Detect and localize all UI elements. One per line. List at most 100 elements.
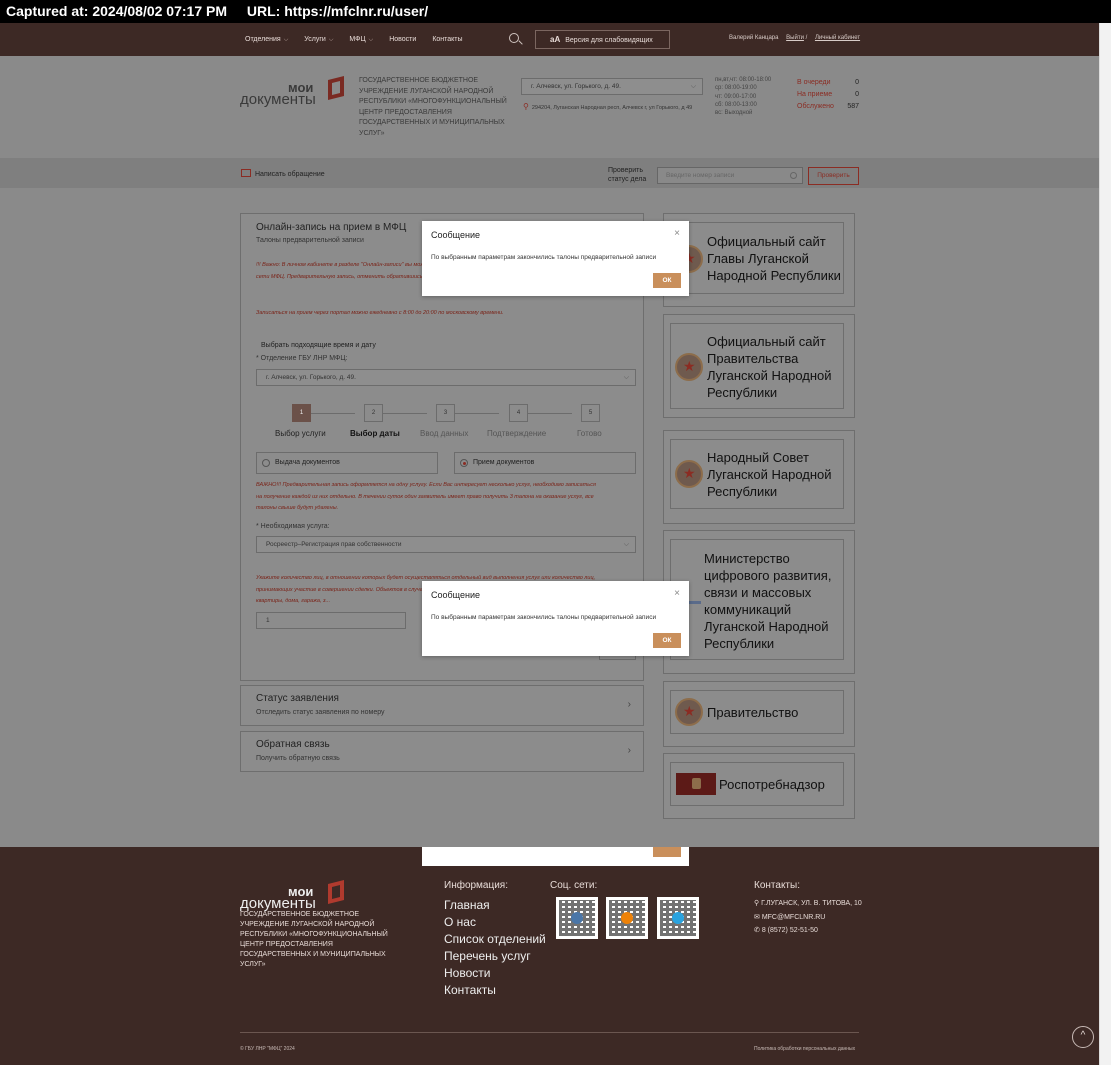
menu-item-contacts[interactable]: Контакты	[432, 36, 462, 44]
persons-quantity-input[interactable]: 1	[256, 612, 406, 629]
site-footer: мои документы ГОСУДАРСТВЕННОЕ БЮДЖЕТНОЕ …	[0, 847, 1099, 1065]
footer-link-services[interactable]: Перечень услуг	[444, 948, 546, 965]
hours-line: чт: 09:00-17:00	[715, 93, 757, 100]
step-2-box[interactable]: 2	[364, 404, 383, 422]
low-vision-button[interactable]: аА Версия для слабовидящих	[535, 30, 670, 49]
footer-contacts-heading: Контакты:	[754, 880, 800, 891]
chevron-down-icon: ⌵	[328, 37, 334, 43]
main-content: мои документы ГОСУДАРСТВЕННОЕ БЮДЖЕТНОЕ …	[0, 56, 1099, 847]
service-label: * Необходимая услуга:	[256, 523, 330, 530]
org-name: ГОСУДАРСТВЕННОЕ БЮДЖЕТНОЕ УЧРЕЖДЕНИЕ ЛУГ…	[359, 77, 507, 137]
close-icon[interactable]: ×	[674, 228, 680, 239]
footer-info-heading: Информация:	[444, 880, 509, 891]
queue-row: В очереди 0	[797, 77, 859, 89]
telegram-qr-code[interactable]	[657, 897, 699, 939]
page-scrollbar[interactable]	[1099, 23, 1111, 1065]
step-1-box[interactable]: 1	[292, 404, 311, 422]
footer-link-contacts[interactable]: Контакты	[444, 982, 546, 999]
queue-label: В очереди	[797, 79, 831, 86]
dialog-ok-button-fragment	[653, 847, 681, 857]
menu-item-label: Отделения	[245, 36, 281, 43]
lnr-emblem-icon	[675, 353, 703, 381]
status-title: Статус заявления	[256, 693, 339, 704]
sidebar-card-head[interactable]: Официальный сайт Главы Луганской Народно…	[663, 213, 855, 307]
branch-address: ⚲ 294204, Луганская Народная респ, Алчевс…	[523, 102, 692, 111]
logout-link[interactable]: Выйти	[786, 35, 804, 41]
menu-item-services[interactable]: Услуги ⌵	[304, 36, 333, 44]
status-accordion[interactable]: Статус заявления Отследить статус заявле…	[240, 685, 644, 726]
sidebar-card-government[interactable]: Правительство	[663, 681, 855, 747]
step-connector	[455, 413, 499, 414]
footer-org-name: ГОСУДАРСТВЕННОЕ БЮДЖЕТНОЕ УЧРЕЖДЕНИЕ ЛУГ…	[240, 911, 388, 968]
check-status-button[interactable]: Проверить	[808, 167, 859, 185]
message-icon	[241, 169, 251, 177]
logo-mark-icon	[328, 880, 344, 904]
record-number-input[interactable]: Введите номер записи	[657, 167, 803, 184]
footer-link-about[interactable]: О нас	[444, 914, 546, 931]
map-pin-icon: ⚲	[523, 102, 529, 111]
ok-qr-code[interactable]	[606, 897, 648, 939]
step-4-box[interactable]: 4	[509, 404, 528, 422]
sidebar-card-text: Официальный сайт Правительства Луганской…	[707, 334, 832, 400]
step-2-label: Выбор даты	[350, 429, 400, 438]
department-label: * Отделение ГБУ ЛНР МФЦ:	[256, 355, 348, 362]
feedback-accordion[interactable]: Обратная связь Получить обратную связь ›	[240, 731, 644, 772]
service-select[interactable]: Росреестр–Регистрация прав собственности…	[256, 536, 636, 553]
booking-steps: 1 2 3 4 5 Выбор услуги Выбор даты Ввод д…	[241, 404, 645, 444]
radio-issue-documents[interactable]: Выдача документов	[256, 452, 438, 474]
search-icon[interactable]	[508, 32, 523, 46]
dialog-ok-button[interactable]: ОК	[653, 273, 681, 288]
write-appeal-label: Написать обращение	[255, 171, 325, 178]
vk-qr-code[interactable]	[556, 897, 598, 939]
footer-phone[interactable]: ✆ 8 (8572) 52-51-50	[754, 926, 818, 934]
chevron-down-icon: ⌵	[623, 541, 629, 548]
status-subtitle: Отследить статус заявления по номеру	[256, 709, 385, 716]
radio-label: Выдача документов	[275, 459, 340, 466]
step-3-box[interactable]: 3	[436, 404, 455, 422]
chevron-down-icon: ⌵	[283, 37, 289, 43]
department-select[interactable]: г. Алчевск, ул. Горького, д. 49. ⌵	[256, 369, 636, 386]
footer-link-home[interactable]: Главная	[444, 897, 546, 914]
sidebar-card-text: Роспотребнадзор	[719, 777, 825, 792]
cabinet-link[interactable]: Личный кабинет	[815, 35, 860, 41]
moi-dokumenty-logo[interactable]: мои документы	[240, 76, 348, 110]
sidebar-card-government-site[interactable]: Официальный сайт Правительства Луганской…	[663, 314, 855, 418]
sidebar-card-peoples-council[interactable]: Народный Совет Луганской Народной Респуб…	[663, 430, 855, 524]
font-size-icon: аА	[550, 35, 561, 44]
chevron-down-icon: ⌵	[368, 37, 374, 43]
privacy-policy-link[interactable]: Политика обработки персональных данных	[754, 1046, 855, 1052]
queue-label: Обслужено	[797, 103, 834, 110]
sidebar-card-digital-ministry[interactable]: Министерство цифрового развития, связи и…	[663, 530, 855, 674]
dialog-ok-button[interactable]: ОК	[653, 633, 681, 648]
footer-link-branches[interactable]: Список отделений	[444, 931, 546, 948]
write-appeal-link[interactable]: Написать обращение	[241, 169, 325, 178]
lnr-emblem-icon	[675, 460, 703, 488]
logo-text-bottom: документы	[240, 91, 316, 108]
step-5-label: Готово	[577, 429, 602, 438]
service-select-value: Росреестр–Регистрация прав собственности	[266, 541, 402, 548]
menu-item-news[interactable]: Новости	[389, 36, 416, 44]
user-name: Валерий Канцара	[729, 35, 779, 41]
captured-at-text: Captured at: 2024/08/02 07:17 PM	[6, 3, 227, 19]
radio-accept-documents[interactable]: Прием документов	[454, 452, 636, 474]
hours-line: пн,вт,чт: 08:00-18:00	[715, 77, 772, 83]
menu-item-mfc[interactable]: МФЦ ⌵	[349, 36, 373, 44]
sidebar-card-inner: Правительство	[670, 690, 844, 734]
footer-social-heading: Соц. сети:	[550, 880, 598, 891]
address-text: 294204, Луганская Народная респ, Алчевск…	[531, 105, 693, 111]
menu-item-branches[interactable]: Отделения ⌵	[245, 36, 288, 44]
footer-logo[interactable]: мои документы	[240, 880, 350, 914]
link-separator: /	[805, 35, 808, 41]
step-5-box[interactable]: 5	[581, 404, 600, 422]
footer-email[interactable]: ✉ MFC@MFCLNR.RU	[754, 913, 825, 921]
working-hours: пн,вт,чт: 08:00-18:00 ср: 08:00-19:00 чт…	[715, 76, 771, 117]
queue-row: Обслужено 587	[797, 101, 859, 113]
step-connector	[528, 413, 572, 414]
sidebar-card-rospotrebnadzor[interactable]: Роспотребнадзор	[663, 753, 855, 819]
close-icon[interactable]: ×	[674, 588, 680, 599]
branch-select[interactable]: г. Алчевск, ул. Горького, д. 49. ⌵	[521, 78, 703, 95]
footer-link-news[interactable]: Новости	[444, 965, 546, 982]
menu-item-label: Услуги	[304, 36, 326, 43]
scroll-to-top-button[interactable]: ^	[1072, 1026, 1094, 1048]
dialog-title: Сообщение	[431, 230, 480, 240]
